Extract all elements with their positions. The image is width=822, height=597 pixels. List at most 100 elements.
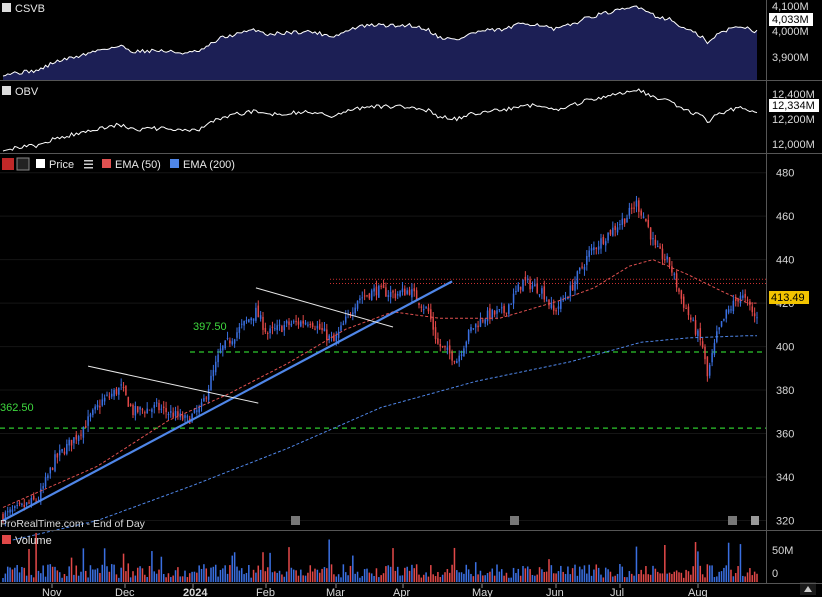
candle-body [614, 225, 616, 230]
volume-bar [337, 574, 340, 582]
candle-body [744, 293, 746, 298]
volume-bar [28, 549, 30, 582]
csvb-label: CSVB [15, 3, 45, 15]
candle-body [486, 310, 489, 322]
volume-bar [40, 573, 42, 582]
volume-bar [420, 577, 423, 582]
candle-body [264, 327, 267, 332]
volume-bar [602, 577, 605, 582]
candle-body [380, 285, 382, 287]
volume-bar [368, 572, 371, 582]
candle-body [49, 467, 52, 474]
candle-body [697, 330, 699, 337]
csvb-tick-4000: 4,000M [772, 26, 809, 38]
volume-bar [652, 565, 654, 582]
candle-body [73, 437, 75, 444]
candle-body [167, 414, 170, 416]
info-icon[interactable] [751, 516, 759, 525]
candle-body [581, 266, 583, 268]
price-color-swatch[interactable] [36, 159, 45, 168]
calendar-icon[interactable] [510, 516, 519, 525]
volume-bar [122, 553, 125, 582]
obv-color-swatch[interactable] [2, 86, 11, 95]
candle-body [205, 397, 208, 399]
candle-body [404, 288, 406, 296]
volume-bar [401, 575, 404, 582]
candle-body [42, 486, 44, 489]
volume-bar [682, 577, 685, 582]
price-tick-label: 400 [776, 342, 794, 354]
volume-bar [49, 564, 52, 582]
candle-body [231, 341, 234, 345]
candle-body [58, 450, 61, 456]
volume-bar [77, 575, 80, 582]
candle-body [718, 327, 720, 330]
volume-bar [158, 569, 160, 582]
candle-body [113, 390, 115, 397]
drawing-tools-icon[interactable] [16, 157, 30, 171]
volume-bar [666, 573, 668, 582]
volume-bar [14, 567, 16, 582]
candle-body [99, 405, 101, 408]
candle-body [394, 293, 397, 299]
candle-body [274, 328, 276, 330]
volume-bar [441, 574, 444, 582]
volume-bar [200, 568, 203, 582]
volume-bar [196, 572, 198, 582]
candle-body [125, 385, 127, 396]
candle-body [593, 247, 595, 250]
csvb-color-swatch[interactable] [2, 3, 11, 12]
candle-body [110, 393, 113, 397]
candle-body [266, 333, 269, 335]
ema200-color-swatch[interactable] [170, 159, 179, 168]
candle-body [725, 309, 728, 319]
volume-bar [723, 567, 725, 582]
candle-body [586, 255, 588, 266]
list-icon[interactable] [84, 160, 93, 169]
volume-bar [635, 546, 638, 582]
volume-bar [127, 563, 130, 582]
candle-body [678, 288, 680, 292]
candle-body [668, 257, 671, 266]
candle-body [248, 319, 250, 323]
candle-body [682, 296, 685, 308]
volume-bar [609, 571, 612, 582]
volume-bar [155, 573, 158, 582]
candle-body [198, 406, 200, 413]
volume-bar [342, 564, 345, 582]
candle-body [623, 218, 626, 224]
candle-body [555, 310, 557, 312]
volume-bar [612, 576, 614, 582]
candle-body [288, 321, 290, 325]
candle-body [257, 305, 260, 318]
volume-bar [115, 574, 118, 582]
candle-body [465, 341, 468, 348]
volume-color-swatch[interactable] [2, 535, 11, 544]
candle-body [54, 454, 56, 472]
candle-body [375, 286, 378, 296]
x-tick-label: Aug [688, 587, 708, 597]
volume-bar [444, 572, 446, 582]
volume-bar [418, 574, 420, 582]
volume-bar [118, 577, 120, 582]
volume-bar [439, 576, 442, 582]
volume-bar [276, 572, 278, 582]
ema50-color-swatch[interactable] [102, 159, 111, 168]
volume-bar [106, 566, 108, 582]
x-tick-label: Dec [115, 587, 135, 597]
volume-bar [214, 564, 217, 582]
volume-bar [413, 568, 416, 582]
calendar-icon[interactable] [291, 516, 300, 525]
candle-body [671, 266, 673, 273]
volume-bar [146, 576, 148, 582]
settings-icon[interactable] [2, 158, 14, 170]
x-tick-label: Jun [546, 587, 564, 597]
candle-body [144, 412, 146, 414]
support-label-362: 362.50 [0, 402, 34, 414]
calendar-icon[interactable] [728, 516, 737, 525]
candle-body [602, 237, 605, 244]
candle-body [701, 341, 704, 348]
candle-body [44, 477, 47, 487]
x-tick-label: 2024 [183, 587, 208, 597]
candle-body [699, 328, 702, 340]
